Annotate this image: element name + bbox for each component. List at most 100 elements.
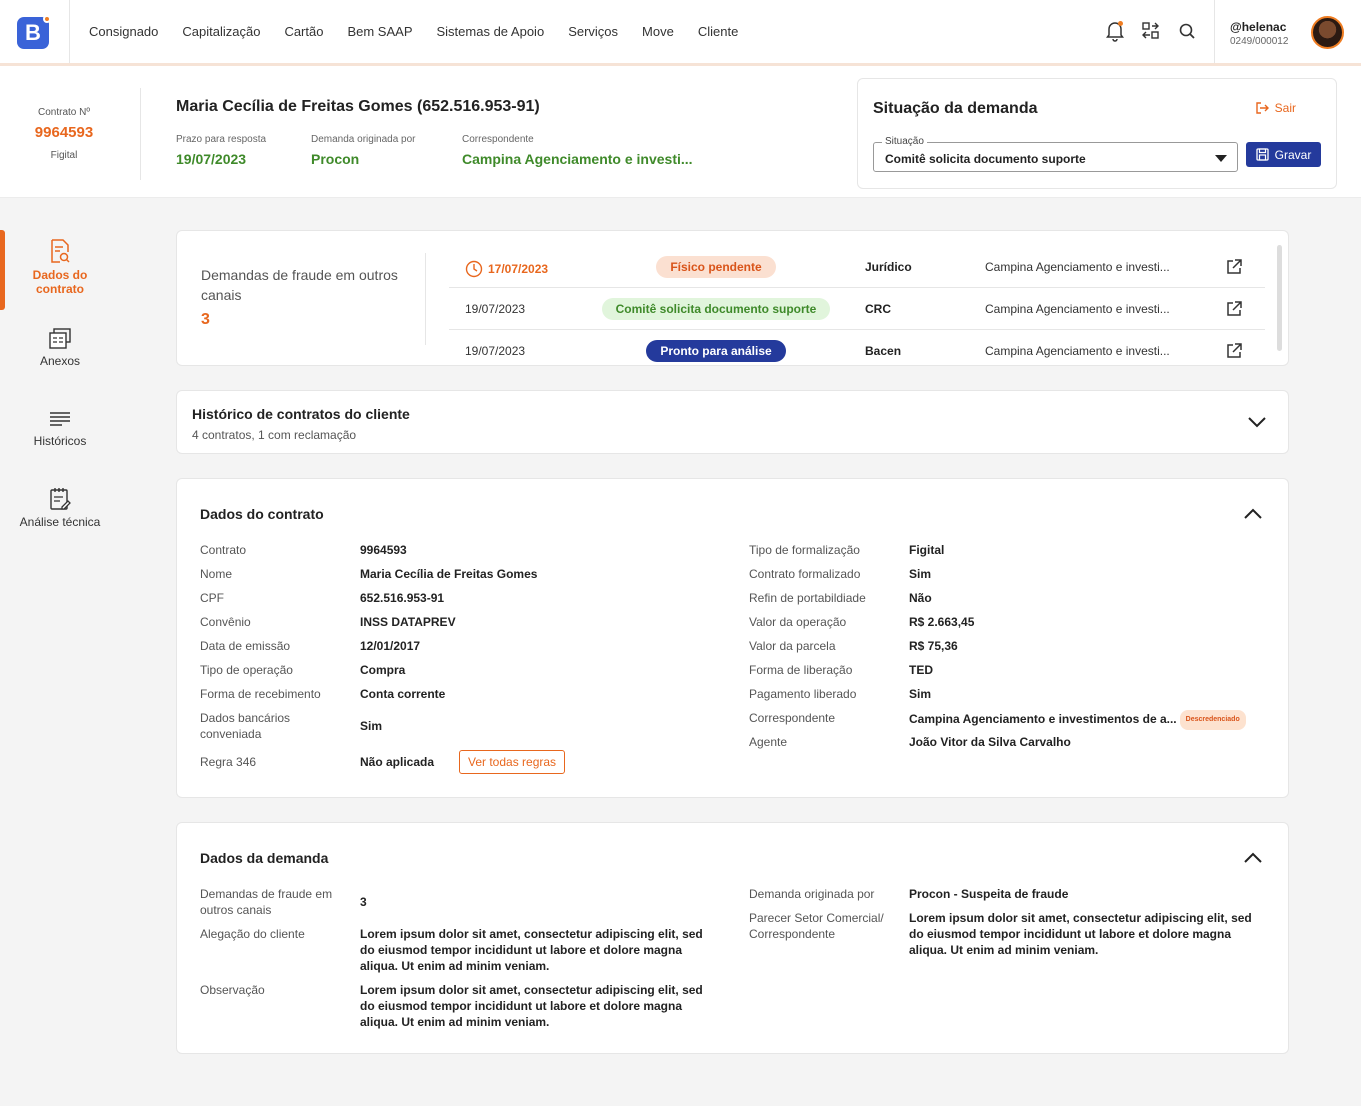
situacao-select-value: Comitê solicita documento suporte (885, 152, 1086, 166)
status-badge: Físico pendente (601, 256, 831, 278)
table-row[interactable]: 17/07/2023 Físico pendente Jurídico Camp… (449, 246, 1265, 288)
sidebar-item-analise-tecnica[interactable]: Análise técnica (0, 487, 120, 529)
fraud-demands-title: Demandas de fraude em outros canais (201, 267, 398, 303)
status-badge: Pronto para análise (601, 340, 831, 362)
historico-contratos-card[interactable]: Histórico de contratos do cliente 4 cont… (176, 390, 1289, 454)
field-label: Contrato (200, 543, 247, 557)
logo-cell: B (0, 0, 70, 63)
client-name: Maria Cecília de Freitas Gomes (652.516.… (176, 98, 540, 115)
chevron-up-icon[interactable] (1243, 851, 1263, 865)
sair-button[interactable]: Sair (1255, 101, 1296, 115)
field-label: Contrato formalizado (749, 567, 861, 581)
origem-value: Procon (311, 151, 360, 167)
field-value: Campina Agenciamento e investimentos de … (909, 712, 1177, 727)
contract-number: 9964593 (34, 124, 94, 141)
field-label: Valor da operação (749, 615, 847, 629)
notification-dot (1118, 21, 1123, 26)
menu-capitalizacao[interactable]: Capitalização (182, 24, 260, 39)
user-profile[interactable]: @helenac 0249/000012 (1214, 0, 1361, 63)
correspondente: Correspondente Campina Agenciamento e in… (462, 134, 693, 167)
ver-todas-regras-button[interactable]: Ver todas regras (459, 750, 566, 774)
caret-down-icon (1215, 155, 1227, 162)
field-value: Sim (909, 567, 932, 581)
avatar[interactable] (1311, 16, 1344, 49)
field-value: R$ 2.663,45 (909, 615, 975, 629)
chevron-up-icon[interactable] (1243, 507, 1263, 521)
row-date: 19/07/2023 (465, 302, 525, 316)
status-badge: Comitê solicita documento suporte (601, 298, 831, 320)
situacao-panel: Situação da demanda Sair Situação Comitê… (857, 78, 1337, 189)
menu-servicos[interactable]: Serviços (568, 24, 618, 39)
field-value: Lorem ipsum dolor sit amet, consectetur … (909, 911, 1252, 957)
main-menu: Consignado Capitalização Cartão Bem SAAP… (89, 0, 738, 63)
user-code: 0249/000012 (1230, 36, 1289, 47)
field-value: Conta corrente (360, 687, 446, 701)
menu-consignado[interactable]: Consignado (89, 24, 158, 39)
field-label: Nome (200, 567, 233, 581)
table-row[interactable]: 19/07/2023 Pronto para análise Bacen Cam… (449, 330, 1265, 365)
chevron-down-icon[interactable] (1247, 415, 1267, 429)
clipboard-edit-icon (50, 488, 71, 510)
contract-number-label: Contrato Nº (37, 107, 90, 118)
prazo-resposta: Prazo para resposta 19/07/2023 (176, 134, 266, 167)
scrollbar[interactable] (1277, 245, 1282, 351)
row-area: Jurídico (865, 260, 912, 274)
field-value: Não (909, 591, 932, 605)
field-value: 9964593 (360, 543, 407, 557)
dados-contrato-card: Dados do contrato Contrato 9964593 Nome … (176, 478, 1289, 798)
external-link-icon[interactable] (1225, 300, 1243, 318)
row-area: CRC (865, 302, 891, 316)
field-value: Sim (909, 687, 932, 701)
correspondente-field: Campina Agenciamento e investimentos de … (909, 710, 1246, 730)
save-icon (1256, 148, 1269, 161)
table-row[interactable]: 19/07/2023 Comitê solicita documento sup… (449, 288, 1265, 330)
bell-icon[interactable] (1106, 20, 1124, 42)
field-label: Regra 346 (200, 755, 257, 769)
field-label: Forma de liberação (749, 663, 853, 677)
situacao-select[interactable]: Situação Comitê solicita documento supor… (873, 136, 1238, 172)
field-label: Refin de portabildiade (749, 591, 866, 605)
field-label: Valor da parcela (749, 639, 836, 653)
correspondente-value: Campina Agenciamento e investi... (462, 151, 693, 167)
menu-cartao[interactable]: Cartão (284, 24, 323, 39)
field-label: Demandas de fraude em outros canais (200, 887, 333, 917)
field-value: 12/01/2017 (360, 639, 421, 653)
search-icon[interactable] (1178, 20, 1196, 42)
external-link-icon[interactable] (1225, 258, 1243, 276)
field-value: Maria Cecília de Freitas Gomes (360, 567, 538, 581)
top-navigation-bar: B Consignado Capitalização Cartão Bem SA… (0, 0, 1361, 66)
situacao-select-legend: Situação (882, 136, 927, 147)
menu-cliente[interactable]: Cliente (698, 24, 738, 39)
descredenciado-badge: Descredenciado (1179, 710, 1246, 730)
sidebar-item-anexos[interactable]: Anexos (0, 328, 120, 368)
menu-bem-saap[interactable]: Bem SAAP (347, 24, 412, 39)
menu-move[interactable]: Move (642, 24, 674, 39)
fraud-demands-card: Demandas de fraude em outros canais 3 17… (176, 230, 1289, 366)
sidebar-item-dados-do-contrato[interactable]: Dados do contrato (0, 238, 120, 296)
clock-icon (465, 260, 483, 278)
sidebar-item-historicos[interactable]: Históricos (0, 408, 120, 448)
correspondente-label: Correspondente (462, 134, 534, 145)
field-label: Correspondente (749, 711, 836, 725)
field-value: TED (909, 663, 933, 677)
field-value: Lorem ipsum dolor sit amet, consectetur … (360, 983, 703, 1029)
divider (140, 88, 141, 180)
menu-sistemas-de-apoio[interactable]: Sistemas de Apoio (437, 24, 545, 39)
status-badge-label: Pronto para análise (646, 340, 786, 362)
field-value: João Vitor da Silva Carvalho (909, 735, 1071, 749)
transfer-icon[interactable] (1142, 20, 1160, 42)
gravar-button[interactable]: Gravar (1246, 142, 1321, 167)
gravar-label: Gravar (1274, 147, 1312, 162)
logo-dot (43, 15, 51, 23)
field-label: Convênio (200, 615, 251, 629)
row-area: Bacen (865, 344, 902, 358)
external-link-icon[interactable] (1225, 342, 1243, 360)
field-value: Não aplicada (360, 755, 435, 769)
field-label: Pagamento liberado (749, 687, 857, 701)
field-label: Forma de recebimento (200, 687, 321, 701)
historico-subtitle: 4 contratos, 1 com reclamação (192, 428, 357, 442)
field-value: Sim (360, 719, 383, 733)
field-label: CPF (200, 591, 224, 605)
field-value: Procon - Suspeita de fraude (909, 887, 1069, 901)
app-logo[interactable]: B (17, 15, 51, 49)
